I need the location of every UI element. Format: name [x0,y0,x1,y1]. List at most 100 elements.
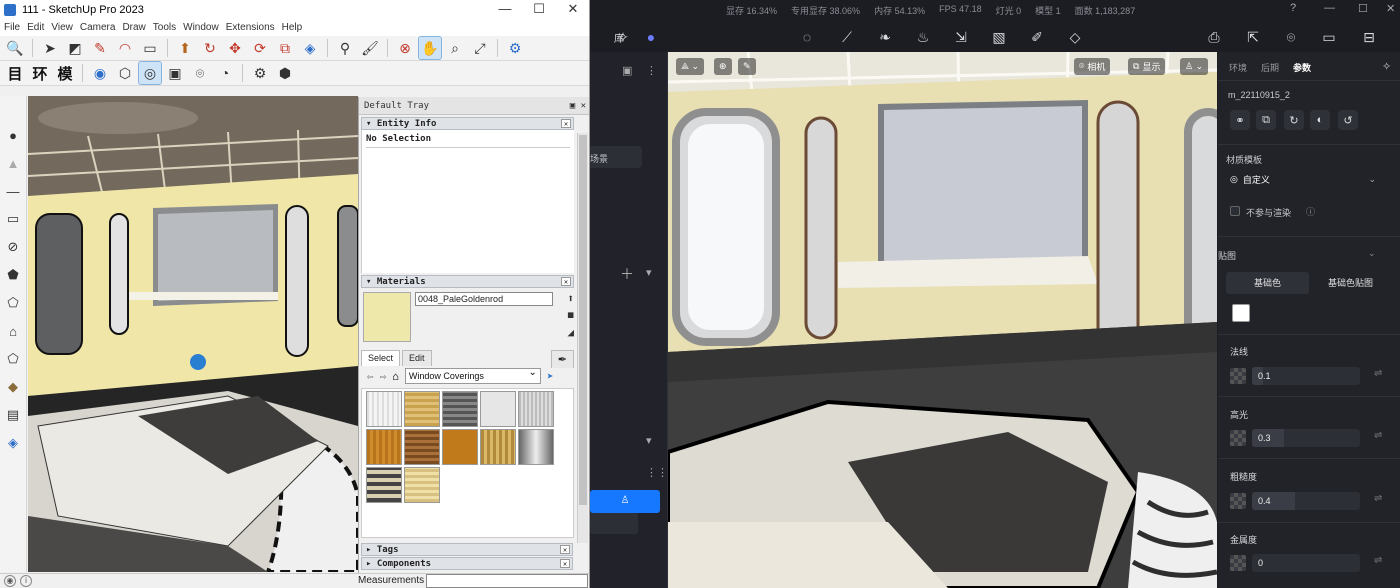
timer-icon[interactable]: ◔ [214,62,236,84]
minimize-icon[interactable]: — [488,0,522,19]
adjust-icon[interactable]: ⇌ [1374,555,1382,566]
minimize-icon[interactable]: — [1324,2,1335,14]
close-icon[interactable]: ✕ [560,559,570,568]
scene-label[interactable]: 场景 [590,152,608,165]
hide-icon[interactable]: ⊘ [2,236,24,258]
replace-icon[interactable]: ↻ [1284,110,1304,130]
close-icon[interactable]: ✕ [561,119,571,128]
adjust-icon[interactable]: ⇌ [1374,493,1382,504]
no-render-checkbox[interactable] [1230,206,1240,216]
help-icon[interactable]: ? [1290,2,1296,14]
entity-info-header[interactable]: ▾ Entity Info ✕ [361,117,574,130]
rectangle-icon[interactable]: ▭ [2,208,24,230]
template-select[interactable]: ◎ 自定义 ⌄ [1226,169,1376,189]
point-icon[interactable]: ● [2,124,24,146]
normal-map-slot[interactable] [1230,368,1246,384]
material-swatch[interactable] [518,429,554,465]
globe-icon[interactable]: ● [640,26,662,48]
help-icon[interactable]: ⓘ [1306,205,1315,218]
grid-view-icon[interactable]: ⋮⋮ [646,466,668,479]
metallic-slider[interactable]: 0 [1252,554,1360,572]
tab-select[interactable]: Select [361,350,401,366]
chevron-down-icon[interactable]: ⌄ [1368,248,1376,259]
orbit-icon[interactable]: ⊗ [394,37,416,59]
zoom-icon[interactable]: ⌕ [444,37,466,59]
material-swatch[interactable] [480,429,516,465]
default-material-icon[interactable]: ◢ [567,326,574,339]
user-button[interactable]: ♙ [590,490,660,513]
layers-icon[interactable]: ◇ [1064,26,1086,48]
close-icon[interactable]: ✕ [561,277,571,286]
base-color-swatch[interactable] [1232,304,1250,322]
brush-icon[interactable]: ✐ [1026,26,1048,48]
search-input[interactable] [590,512,638,534]
leaf-icon[interactable]: ❧ [874,26,896,48]
video-icon[interactable]: ▭ [1318,26,1340,48]
link-icon[interactable]: ⚭ [1230,110,1250,130]
palette-icon[interactable]: ◐ [1310,110,1330,130]
hidden-line-icon[interactable]: ⌂ [2,320,24,342]
gear-icon[interactable]: ⚙ [249,62,271,84]
solid-shaded-icon[interactable]: ⬟ [2,264,24,286]
measurements-input[interactable] [426,574,588,588]
ai-sparkle-icon[interactable]: ✧ [1382,60,1391,73]
eyedropper-button[interactable]: ✎ [738,58,756,75]
menu-tools[interactable]: Tools [152,22,182,33]
camera-icon[interactable]: ⌾ [189,62,211,84]
close-icon[interactable]: ✕ [556,0,589,19]
menu-file[interactable]: File [3,22,26,33]
render-plugin-icon[interactable]: ◉ [89,62,111,84]
nav-mode-button[interactable]: ⟁ ⌄ [676,58,705,75]
scale-icon[interactable]: ⧉ [274,37,296,59]
rotate-icon[interactable]: ⟳ [249,37,271,59]
material-swatch[interactable] [442,391,478,427]
dropdown-icon[interactable]: ▾ [646,434,652,447]
wireframe-icon[interactable]: ⬠ [2,292,24,314]
pencil-icon[interactable]: ✎ [89,37,111,59]
tab-edit[interactable]: Edit [402,350,432,366]
back-icon[interactable]: ⇦ [367,370,374,383]
person-button[interactable]: ♙ ⌄ [1180,58,1209,75]
sketchup-viewport[interactable] [28,96,358,572]
light-bulb-icon[interactable]: ◌ [796,26,818,48]
pan-icon[interactable]: ✋ [418,36,442,60]
material-swatch[interactable] [404,467,440,503]
add-icon[interactable]: ＋ [620,264,634,284]
material-icon[interactable]: ▧ [988,26,1010,48]
paint-icon[interactable]: 🖌 [359,37,381,59]
material-swatch[interactable] [366,467,402,503]
menu-extensions[interactable]: Extensions [225,22,281,33]
ai-sparkle-icon[interactable]: ✧ [612,26,634,48]
roughness-slider[interactable]: 0.4 [1252,492,1360,510]
display-secondary-icon[interactable]: ⬆ [567,292,574,305]
maximize-icon[interactable]: ☐ [1358,2,1368,15]
eyedropper-icon[interactable]: ✒ [550,350,574,368]
tab-environment[interactable]: 环境 [1229,61,1247,74]
menu-camera[interactable]: Camera [79,22,122,33]
move-icon[interactable]: ✥ [224,37,246,59]
monochrome-icon[interactable]: ▤ [2,404,24,426]
duplicate-icon[interactable]: ⧉ [1256,110,1276,130]
select-arrow-icon[interactable]: ➤ [39,37,61,59]
link-icon[interactable]: ⟋ [836,26,858,48]
material-swatch[interactable] [480,391,516,427]
xray-icon[interactable]: ◈ [2,432,24,454]
material-swatch[interactable] [442,429,478,465]
geo-location-icon[interactable]: ◉ [4,575,16,587]
roughness-map-slot[interactable] [1230,493,1246,509]
plugin-button-huan[interactable]: 环 [29,62,51,84]
cube-icon[interactable]: ⬡ [114,62,136,84]
settings-icon[interactable]: ⚙ [504,37,526,59]
fire-icon[interactable]: ♨ [912,26,934,48]
menu-edit[interactable]: Edit [26,22,50,33]
dropdown-icon[interactable]: ▾ [646,266,652,279]
seg-basecolor[interactable]: 基础色 [1226,272,1309,294]
eraser-icon[interactable]: ◩ [64,37,86,59]
menu-help[interactable]: Help [281,22,309,33]
plugin-button-mu[interactable]: 目 [4,62,26,84]
display-button[interactable]: ⧉ 显示 [1128,58,1166,75]
collection-select[interactable]: Window Coverings [404,366,541,384]
maximize-icon[interactable]: ☐ [522,0,556,19]
components-header[interactable]: ▸ Components ✕ [361,557,573,570]
material-swatch[interactable] [404,429,440,465]
